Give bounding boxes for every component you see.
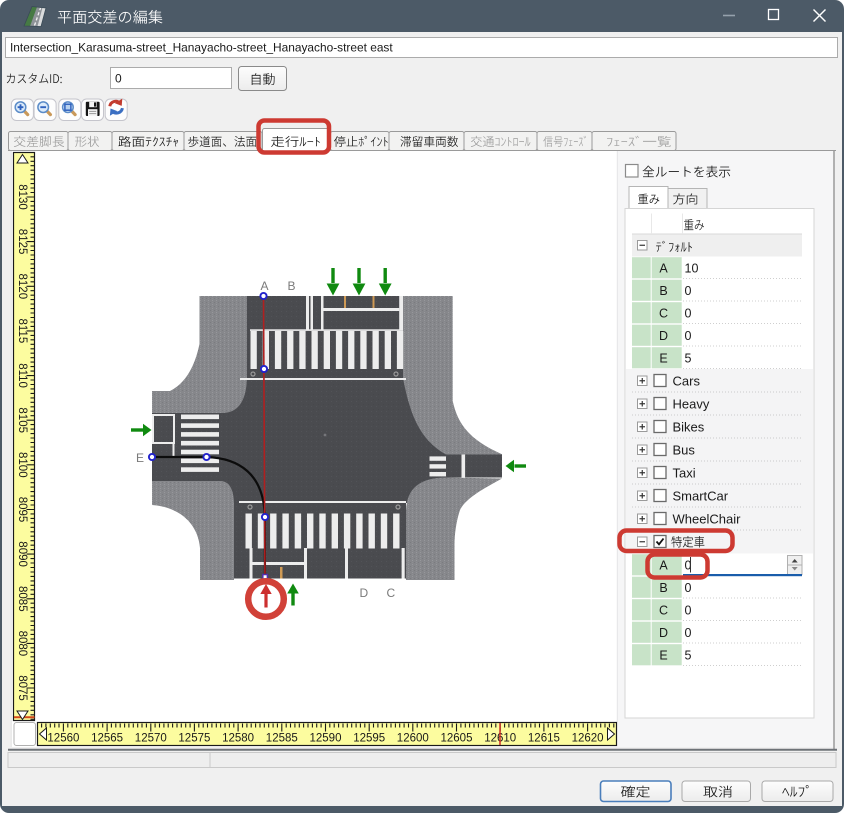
svg-text:C: C (387, 586, 396, 600)
svg-text:WheelChair: WheelChair (673, 512, 742, 527)
svg-text:Bus: Bus (673, 443, 696, 458)
svg-text:C: C (659, 306, 668, 320)
svg-text:0: 0 (685, 626, 692, 640)
svg-text:12565: 12565 (91, 733, 123, 745)
svg-text:12580: 12580 (222, 733, 254, 745)
svg-text:12590: 12590 (310, 733, 342, 745)
svg-text:12600: 12600 (397, 733, 429, 745)
svg-text:8075: 8075 (16, 675, 28, 701)
svg-text:0: 0 (115, 72, 122, 86)
svg-text:B: B (288, 279, 296, 293)
svg-text:5: 5 (685, 648, 692, 662)
svg-text:12595: 12595 (353, 733, 385, 745)
svg-text:8090: 8090 (16, 541, 28, 567)
svg-text:SmartCar: SmartCar (673, 489, 729, 504)
svg-text:A: A (659, 261, 668, 275)
svg-text:B: B (659, 284, 667, 298)
svg-text:0: 0 (685, 284, 692, 298)
svg-text:0: 0 (685, 603, 692, 617)
svg-text:0: 0 (685, 306, 692, 320)
svg-text:8085: 8085 (16, 586, 28, 612)
svg-text:C: C (659, 603, 668, 617)
svg-text:E: E (136, 451, 144, 465)
svg-text:8105: 8105 (16, 407, 28, 433)
svg-text:B: B (659, 581, 667, 595)
svg-text:Cars: Cars (673, 374, 701, 389)
svg-text:0: 0 (685, 329, 692, 343)
svg-text:10: 10 (685, 261, 699, 275)
svg-text:A: A (659, 558, 668, 572)
svg-text:A: A (261, 279, 269, 293)
svg-text:E: E (659, 648, 667, 662)
svg-text:12615: 12615 (528, 733, 560, 745)
svg-text:12605: 12605 (441, 733, 473, 745)
svg-text:12570: 12570 (135, 733, 167, 745)
svg-text:12560: 12560 (47, 733, 79, 745)
svg-text:8095: 8095 (16, 497, 28, 523)
svg-text:D: D (659, 329, 668, 343)
svg-text:8120: 8120 (16, 274, 28, 300)
svg-text:8080: 8080 (16, 631, 28, 657)
svg-text:8115: 8115 (16, 319, 28, 344)
svg-text:Intersection_Karasuma-street_H: Intersection_Karasuma-street_Hanayacho-s… (10, 41, 393, 55)
svg-text:8130: 8130 (16, 184, 28, 210)
svg-text:D: D (659, 626, 668, 640)
svg-text:8110: 8110 (16, 363, 28, 388)
svg-text:12620: 12620 (572, 733, 604, 745)
svg-text:8100: 8100 (16, 452, 28, 478)
svg-text:Heavy: Heavy (673, 397, 710, 412)
svg-text:8125: 8125 (16, 229, 28, 255)
svg-text:Bikes: Bikes (673, 420, 705, 435)
svg-text:0: 0 (685, 581, 692, 595)
svg-text:D: D (360, 586, 369, 600)
svg-text:12585: 12585 (266, 733, 298, 745)
svg-text:12575: 12575 (178, 733, 210, 745)
svg-text:E: E (659, 351, 667, 365)
svg-text:Taxi: Taxi (673, 466, 696, 481)
svg-text:5: 5 (685, 351, 692, 365)
